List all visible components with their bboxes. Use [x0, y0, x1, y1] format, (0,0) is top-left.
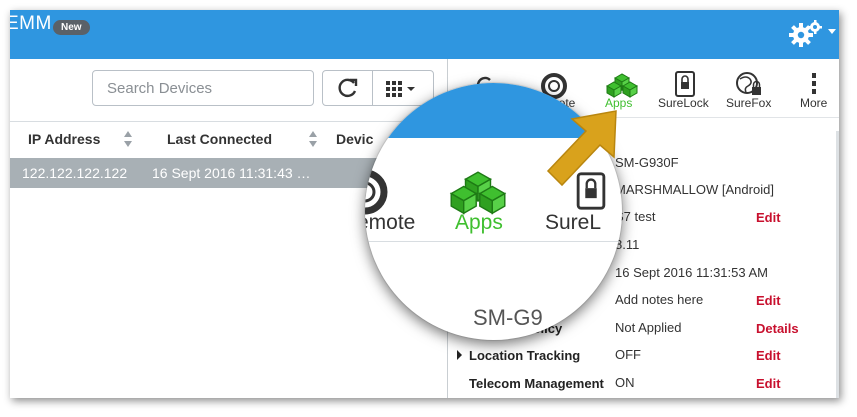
highlight-arrow-icon — [546, 110, 617, 187]
surelock-icon — [675, 71, 695, 97]
surefox-globe-icon — [736, 72, 761, 95]
telecom-management-label: Telecom Management — [469, 376, 604, 391]
telecom-management-value: ON — [615, 375, 635, 390]
settings-gear-icon[interactable] — [788, 18, 824, 48]
location-tracking-value: OFF — [615, 347, 641, 362]
edit-location-tracking-link[interactable]: Edit — [756, 348, 781, 363]
search-devices-input[interactable] — [92, 70, 314, 106]
last-connected-value: 16 Sept 2016 11:31:53 AM — [615, 265, 768, 280]
more-vertical-icon — [812, 73, 816, 94]
edit-notes-link[interactable]: Edit — [756, 293, 781, 308]
column-last-connected[interactable]: Last Connected — [167, 131, 272, 147]
top-header-bar: EMM New — [10, 10, 839, 59]
device-model-value: SM-G930F — [615, 155, 679, 170]
lens-apps-label: Apps — [455, 211, 503, 234]
column-ip-address[interactable]: IP Address — [28, 131, 100, 147]
lens-surelock-label: SureL — [545, 211, 602, 234]
surelock-label[interactable]: SureLock — [658, 96, 709, 110]
device-os-value: MARSHMALLOW [Android] — [615, 182, 774, 197]
lens-device-model: SM-G9 — [473, 305, 543, 330]
sort-icon[interactable] — [309, 130, 317, 148]
location-tracking-label: Location Tracking — [469, 348, 581, 363]
lens-divider — [365, 241, 622, 242]
lens-remote-label: emote — [365, 211, 416, 234]
app-title: EMM — [10, 13, 52, 34]
row-ip-address: 122.122.122.122 — [22, 165, 128, 181]
settings-caret-icon[interactable] — [828, 29, 836, 34]
security-policy-details-link[interactable]: Details — [756, 321, 799, 336]
new-badge: New — [53, 20, 90, 35]
surefox-label[interactable]: SureFox — [726, 96, 771, 110]
more-label[interactable]: More — [800, 96, 827, 110]
sort-icon[interactable] — [124, 130, 132, 148]
lifebuoy-icon — [365, 169, 388, 215]
notes-value: Add notes here — [615, 292, 704, 307]
expand-arrow-icon[interactable] — [457, 350, 462, 360]
edit-telecom-link[interactable]: Edit — [756, 376, 781, 391]
apps-cubes-icon — [449, 171, 507, 215]
edit-device-name-link[interactable]: Edit — [756, 210, 781, 225]
details-scrollbar[interactable] — [836, 131, 839, 398]
row-last-connected: 16 Sept 2016 11:31:43 … — [152, 165, 311, 181]
emm-console-window: EMM New Search Devices IP Address Last C… — [10, 10, 839, 398]
security-policy-value: Not Applied — [615, 320, 682, 335]
